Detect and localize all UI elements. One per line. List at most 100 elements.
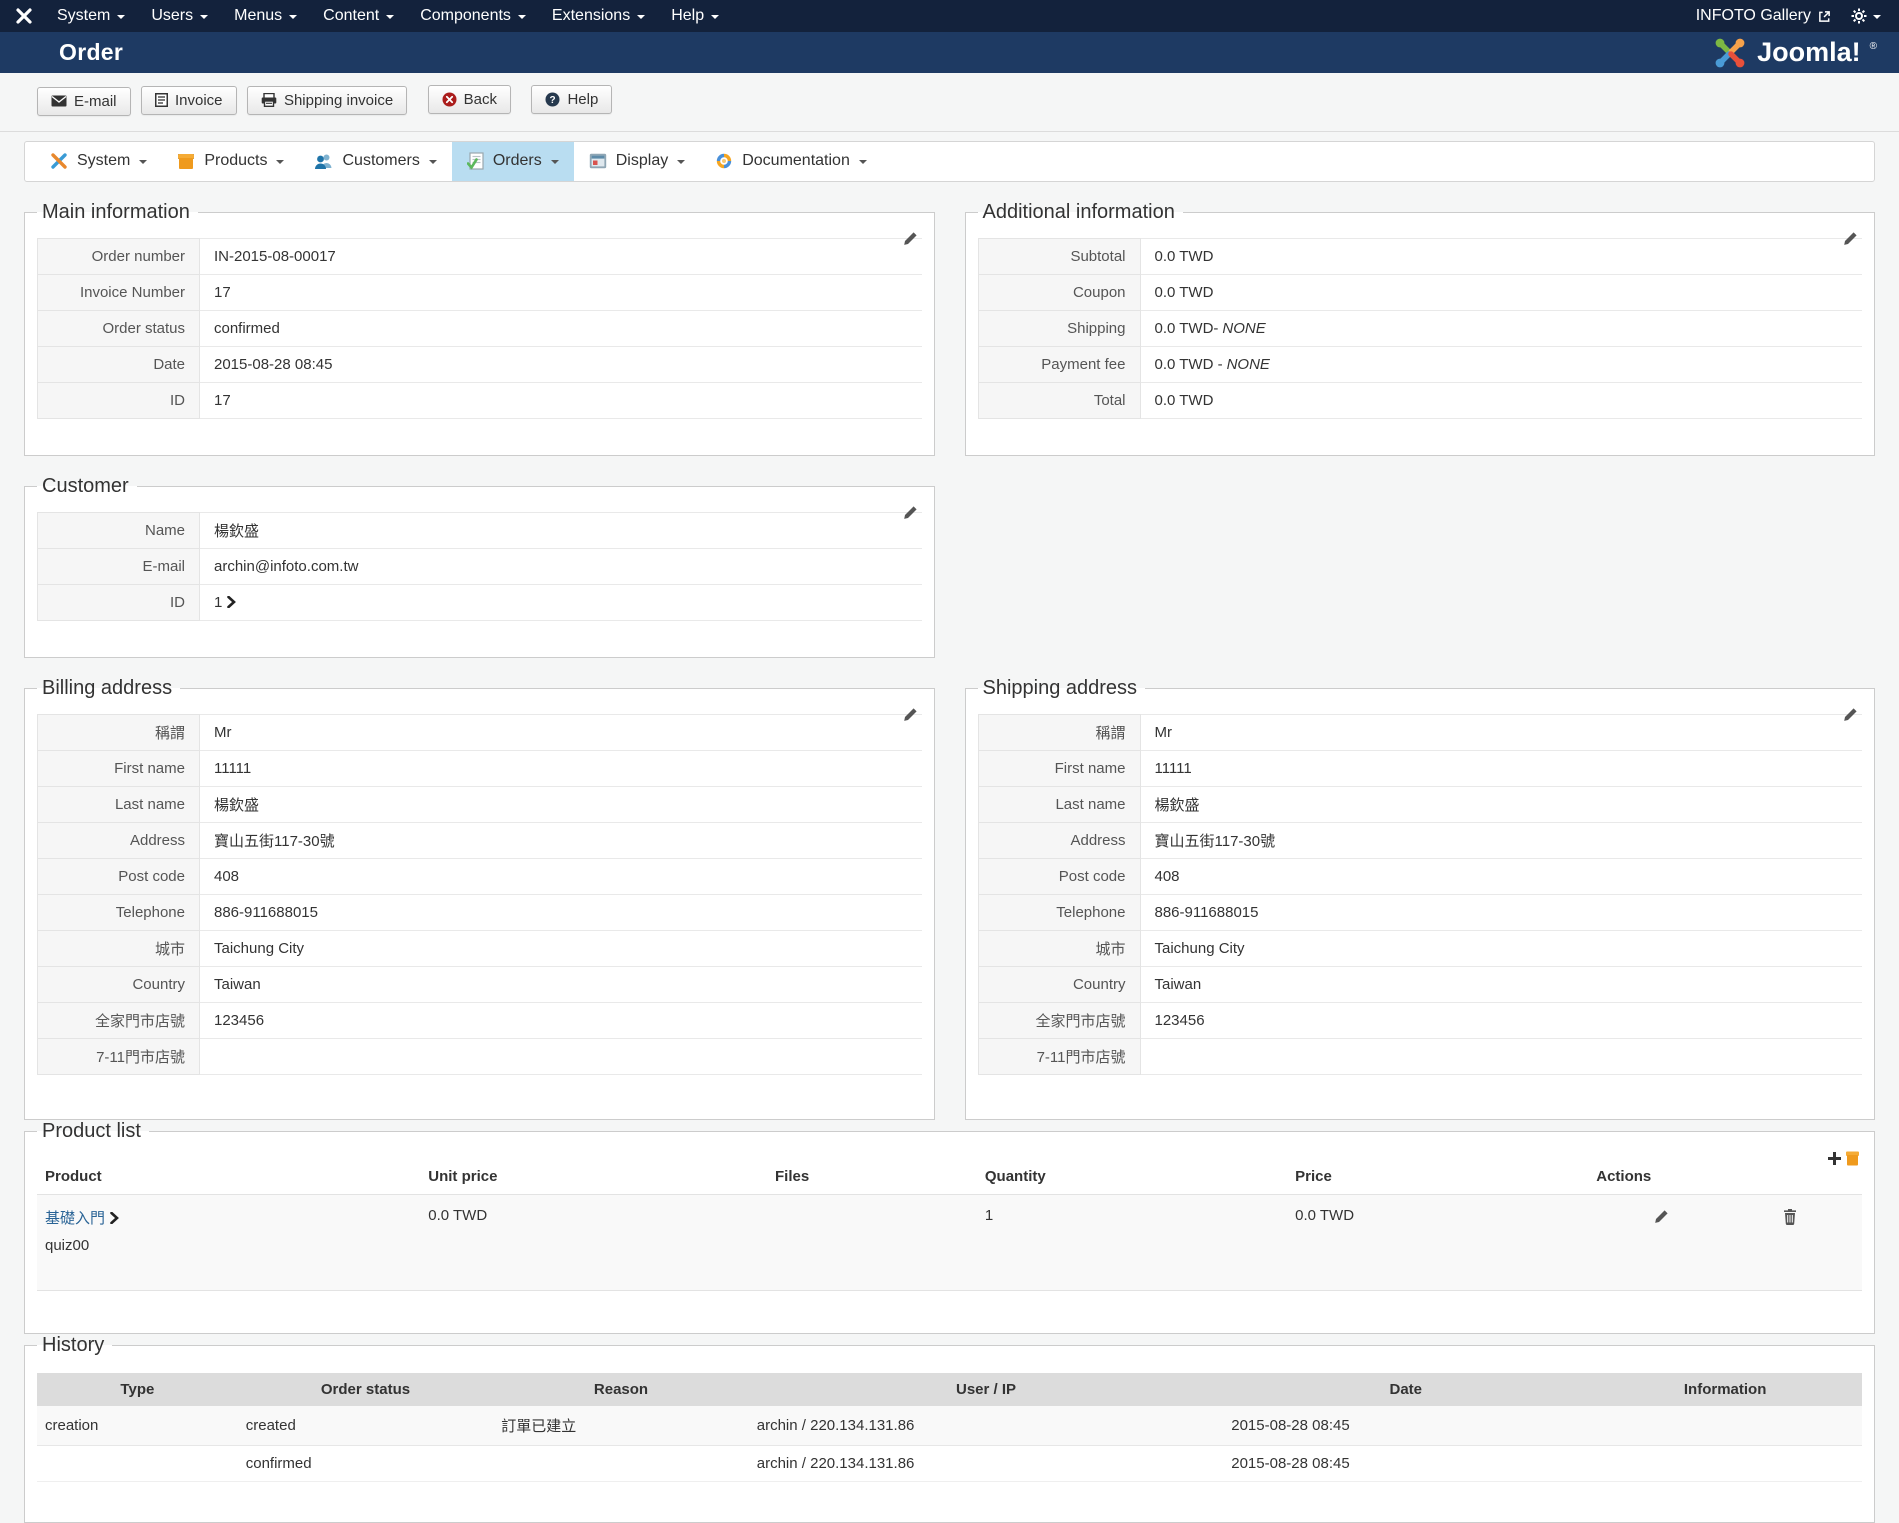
envelope-icon [51,95,67,107]
product-box-icon[interactable] [1845,1151,1860,1166]
menu-menus[interactable]: Menus [221,0,310,32]
table-row: 稱謂 Mr [37,713,922,751]
panel-title: Customer [42,474,129,497]
chevron-down-icon [276,160,285,164]
chevron-down-icon [386,15,395,19]
history-panel: History Type Order status Reason User / … [24,1333,1875,1523]
edit-icon[interactable] [902,707,918,723]
vmnav-orders[interactable]: Orders [451,141,574,181]
field-label: Last name [977,785,1141,823]
table-row: Subtotal 0.0 TWD [977,237,1862,275]
menu-users[interactable]: Users [138,0,221,32]
field-value: 楊欽盛 [199,511,922,549]
vmnav-customers[interactable]: Customers [299,142,451,181]
field-value: 0.0 TWD [1140,273,1862,311]
menu-system[interactable]: System [44,0,138,32]
none-value: NONE [1226,355,1270,373]
invoice-button[interactable]: Invoice [140,85,237,115]
table-row: Total 0.0 TWD [977,381,1862,419]
field-value: 0.0 TWD [1140,381,1862,419]
field-value: confirmed [199,309,922,347]
shipping-address-table: 稱謂 Mr First name 11111 Last name 楊欽盛 Addres… [977,713,1862,1075]
menu-components[interactable]: Components [407,0,539,32]
menu-extensions[interactable]: Extensions [539,0,658,32]
email-button[interactable]: E-mail [37,86,131,116]
chevron-down-icon [428,160,437,164]
back-button[interactable]: Back [427,85,512,114]
add-product-icon[interactable] [1828,1151,1841,1165]
table-row: ID 1 [37,583,922,621]
title-bar: Order Joomla! ® [0,32,1899,73]
table-row: Invoice Number 17 [37,273,922,311]
field-value: 886-911688015 [1140,893,1862,931]
field-value [1140,1037,1862,1075]
date-cell: 2015-08-28 08:45 [1223,1405,1589,1446]
panel-title: History [42,1333,105,1356]
field-label: 稱謂 [977,713,1141,751]
field-label: E-mail [37,547,200,585]
field-label: Shipping [977,309,1141,347]
menu-help[interactable]: Help [658,0,732,32]
column-header: Price [1287,1158,1589,1194]
shipping-invoice-button[interactable]: Shipping invoice [246,85,408,115]
table-row: Name 楊欽盛 [37,511,922,549]
history-row: creation created 訂單已建立 archin / 220.134.… [37,1405,1862,1446]
table-row: Coupon 0.0 TWD [977,273,1862,311]
help-button[interactable]: ? Help [531,85,613,114]
table-row: 全家門市店號 123456 [977,1001,1862,1039]
edit-icon[interactable] [1842,707,1858,723]
product-row: 基礎入門 quiz00 0.0 TWD 1 0.0 TWD [37,1193,1862,1291]
date-cell: 2015-08-28 08:45 [1223,1445,1589,1482]
product-link[interactable]: 基礎入門 [45,1210,105,1227]
field-value: 0.0 TWD - NONE [1140,345,1862,383]
field-label: 城市 [37,929,200,967]
field-label: Last name [37,785,200,823]
field-value: 寶山五街117-30號 [1140,821,1862,859]
field-label: 7-11門市店號 [37,1037,200,1075]
product-sku: quiz00 [45,1236,90,1254]
field-label: Date [37,345,200,383]
table-row: 全家門市店號 123456 [37,1001,922,1039]
product-list-table: Product Unit price Files Quantity Price … [37,1158,1862,1291]
site-preview-link[interactable]: INFOTO Gallery [1696,7,1831,25]
edit-icon[interactable] [1653,1209,1669,1225]
field-label: First name [37,749,200,787]
table-row: 城市 Taichung City [37,929,922,967]
admin-menu: System Users Menus Content Components Ex… [44,0,732,32]
price-cell: 0.0 TWD [1287,1193,1589,1291]
panel-title: Product list [42,1119,141,1142]
trash-icon[interactable] [1783,1208,1797,1225]
edit-icon[interactable] [902,505,918,521]
brand-reg: ® [1869,41,1877,52]
reason-cell [493,1445,749,1482]
gear-icon[interactable] [1851,8,1881,24]
vmnav-display[interactable]: Display [574,142,700,181]
vmnav-products[interactable]: Products [162,142,299,181]
table-row: Post code 408 [977,857,1862,895]
vmnav-system[interactable]: System [35,142,162,181]
vmnav-documentation[interactable]: Documentation [700,142,882,181]
field-value [199,1037,922,1075]
menu-content[interactable]: Content [310,0,407,32]
reason-cell: 訂單已建立 [493,1405,749,1446]
help-icon: ? [545,92,560,107]
status-cell: created [237,1405,494,1446]
forward-arrow-icon[interactable] [227,595,237,608]
shipping-address-panel: Shipping address 稱謂 Mr First name 11111 La… [964,676,1875,1120]
page-title: Order [59,39,124,65]
edit-icon[interactable] [902,231,918,247]
field-label: Coupon [977,273,1141,311]
documentation-icon [717,153,732,169]
table-row: ID 17 [37,381,922,419]
chevron-down-icon [517,15,526,19]
field-label: Telephone [977,893,1141,931]
brand-text: Joomla! [1757,37,1861,67]
table-row: Order status confirmed [37,309,922,347]
forward-arrow-icon[interactable] [110,1211,119,1224]
chevron-down-icon [550,160,559,164]
unit-price-cell: 0.0 TWD [420,1193,767,1291]
edit-icon[interactable] [1842,231,1858,247]
table-header-row: Product Unit price Files Quantity Price … [37,1158,1862,1194]
table-row: 7-11門市店號 [37,1037,922,1075]
field-label: First name [977,749,1141,787]
